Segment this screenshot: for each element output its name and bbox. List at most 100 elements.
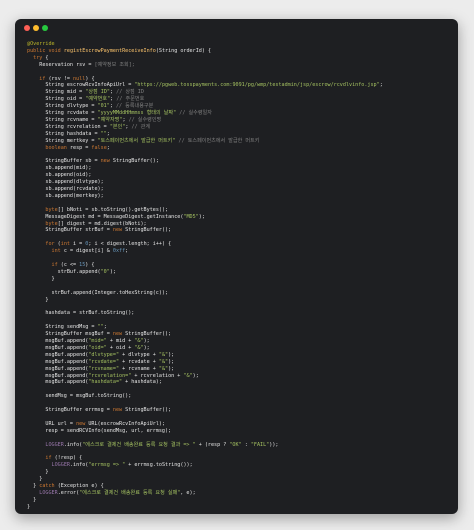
- code-token: new: [100, 158, 110, 165]
- code-token: boolean: [45, 144, 67, 151]
- code-token: ));: [269, 441, 279, 448]
- code-token: "0": [100, 268, 110, 275]
- code-token: + errmsg.toString());: [125, 462, 193, 469]
- code-token: resp = sendRCVInfo(sendMsg, url, errmsg)…: [27, 427, 172, 434]
- code-token: ;: [106, 130, 110, 137]
- code-token: }: [27, 469, 49, 476]
- code-line: sendMsg = msgBuf.toString();: [27, 393, 452, 400]
- code-token: String sendMsg =: [27, 324, 98, 331]
- code-token: "본인": [109, 123, 126, 130]
- code-token: strBuf.append(Integer.toHexString(c));: [27, 289, 169, 296]
- code-token: + rcvrelation +: [131, 372, 184, 379]
- code-line: msgBuf.append("rcvdate=" + rcvdate + "&"…: [27, 359, 452, 366]
- code-line: Reservation rsv = [예약정보 조회];: [27, 62, 452, 69]
- code-line: resp = sendRCVInfo(sendMsg, url, errmsg)…: [27, 428, 452, 435]
- code-token: ;: [379, 82, 383, 89]
- code-token: );: [143, 337, 150, 344]
- code-token: new: [76, 420, 86, 427]
- close-button[interactable]: [24, 25, 30, 31]
- code-token: int: [51, 248, 61, 255]
- code-token: + dlvtype +: [119, 351, 159, 358]
- code-line: sb.append(mertkey);: [27, 193, 452, 200]
- code-line: if (rsv != null) {: [27, 76, 452, 83]
- code-line: for (int i = 0; i < digest.length; i++) …: [27, 241, 452, 248]
- code-line: String rcvname = "예약자명"; // 실수령인명: [27, 117, 452, 124]
- code-token: );: [143, 344, 150, 351]
- code-token: @Override: [27, 41, 55, 47]
- code-line: @Override: [27, 41, 452, 48]
- code-line: StringBuffer sb = new StringBuffer();: [27, 158, 452, 165]
- code-line: sb.append(mid);: [27, 165, 452, 172]
- code-token: resp =: [66, 144, 92, 151]
- code-token: Reservation rsv =: [27, 61, 95, 68]
- code-token: String oid =: [27, 96, 86, 103]
- code-token: String rcvrelation =: [27, 123, 110, 130]
- code-token: catch: [39, 483, 55, 489]
- code-token: StringBuffer strBuf =: [27, 227, 113, 234]
- code-token: [] digest = md.digest(bNoti);: [57, 220, 147, 227]
- code-line: sb.append(oid);: [27, 172, 452, 179]
- code-token: ) {: [85, 262, 95, 268]
- code-line: } catch (Exception e) {: [27, 483, 452, 490]
- code-line: }: [27, 497, 452, 504]
- code-token: new: [112, 331, 123, 338]
- code-token: );: [168, 365, 175, 372]
- code-token: "FAIL": [250, 441, 270, 448]
- code-token: byte: [45, 206, 58, 213]
- code-token: StringBuffer();: [122, 407, 172, 414]
- code-token: }: [27, 503, 31, 510]
- code-token: "errmsg => ": [88, 462, 126, 469]
- code-token: ;: [106, 144, 110, 151]
- code-token: LOGGER: [51, 462, 70, 469]
- code-token: }: [27, 275, 55, 282]
- code-line: StringBuffer errmsg = new StringBuffer()…: [27, 407, 452, 414]
- code-window: @Override public void registEscrowPayment…: [15, 19, 458, 514]
- code-token: (c <=: [57, 262, 80, 268]
- code-token: "&": [134, 337, 144, 344]
- code-token: sb.append(mid);: [27, 165, 92, 172]
- code-line: }: [27, 297, 452, 304]
- code-token: sendMsg = msgBuf.toString();: [27, 393, 132, 400]
- code-token: "oid=": [88, 344, 107, 351]
- minimize-button[interactable]: [33, 25, 39, 31]
- code-token: URL url =: [27, 420, 77, 427]
- code-token: LOGGER: [39, 489, 58, 496]
- code-token: hashdata = strBuf.toString();: [27, 310, 135, 317]
- code-line: LOGGER.info("errmsg => " + errmsg.toStri…: [27, 462, 452, 469]
- code-token: "예약번호": [85, 96, 111, 103]
- code-line: int c = digest[i] & 0xff;: [27, 248, 452, 255]
- code-line: boolean resp = false;: [27, 145, 452, 152]
- code-token: try: [33, 54, 43, 61]
- code-token: {: [42, 54, 49, 61]
- code-line: LOGGER.error("에스크로 결제건 배송완료 등록 요청 실패", e…: [27, 490, 452, 497]
- code-token: );: [168, 358, 175, 365]
- code-token: msgBuf.append(: [27, 358, 89, 365]
- code-token: sb.append(oid);: [27, 172, 92, 179]
- code-token: URL(escrowRcvInfoApiUrl);: [85, 420, 166, 427]
- code-token: + hashdata);: [122, 379, 162, 386]
- code-line: String rcvdate = "yyyyMMddHHmmss 형태의 날짜"…: [27, 110, 452, 117]
- code-token: "dlvtype=": [88, 351, 120, 358]
- code-token: "MD5": [183, 213, 199, 220]
- code-token: + (resp ?: [195, 441, 230, 448]
- code-token: // 등록내용구분: [115, 103, 154, 110]
- code-line: if (c <= 15) {: [27, 262, 452, 269]
- maximize-button[interactable]: [42, 25, 48, 31]
- code-line: msgBuf.append("oid=" + oid + "&");: [27, 345, 452, 352]
- code-line: }: [27, 476, 452, 483]
- code-token: StringBuffer errmsg =: [27, 407, 113, 414]
- code-token: "&": [158, 351, 169, 358]
- code-line: if (!resp) {: [27, 455, 452, 462]
- code-line: String mertkey = "토스페이먼츠에서 발급한 머트키" // 토…: [27, 138, 452, 145]
